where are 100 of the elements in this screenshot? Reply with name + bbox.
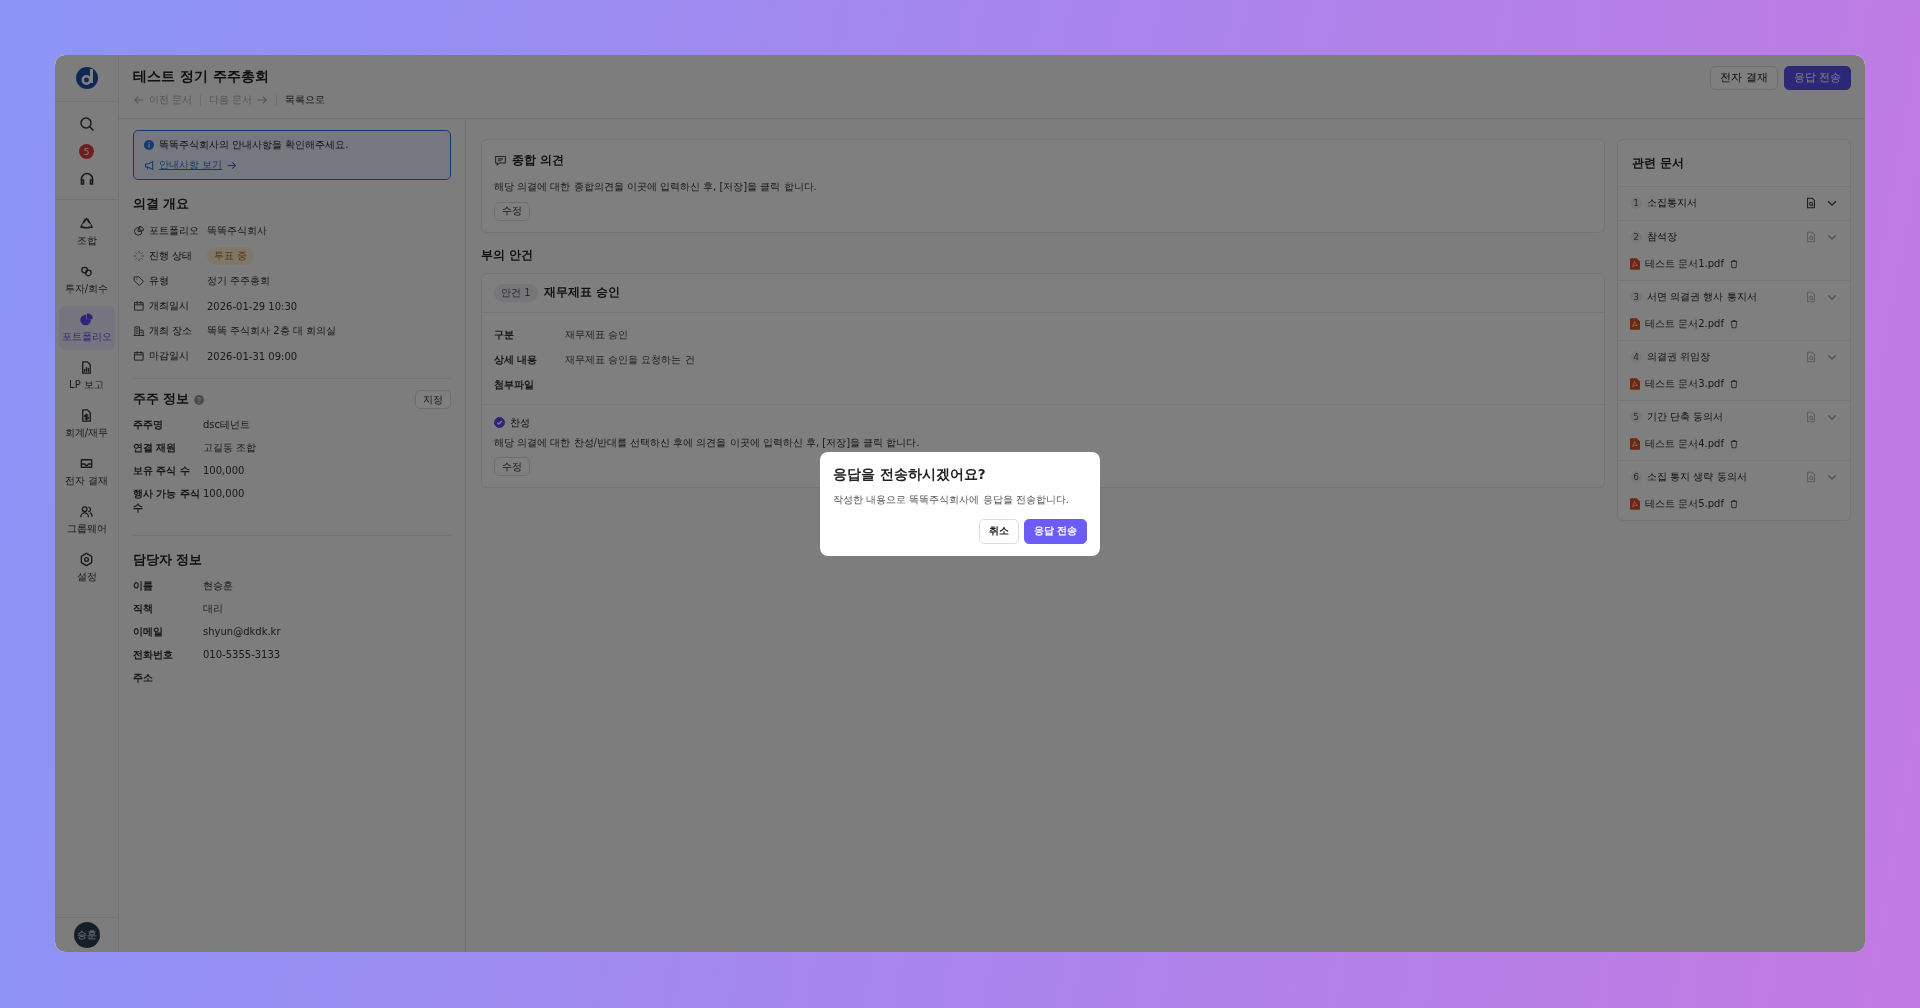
section-title: 담당자 정보 <box>133 552 204 569</box>
field-label: 마감일시 <box>149 349 190 363</box>
field-value: 010-5355-3133 <box>203 648 282 662</box>
field-value: 똑똑주식회사 <box>207 224 267 238</box>
vote-text: 해당 의결에 대한 찬성/반대를 선택하신 후에 의견을 이곳에 입력하신 후, [저장]을 클릭 합니다. <box>494 435 921 450</box>
field-label: 연결 재원 <box>133 441 178 455</box>
pdf-file-icon <box>1630 258 1640 270</box>
avatar[interactable]: 승훈 <box>73 922 100 948</box>
sidebar-item[interactable]: 투자/회수 <box>58 258 115 302</box>
file-link[interactable]: 테스트 문서2.pdf <box>1645 317 1724 331</box>
field-label: 유형 <box>149 274 170 288</box>
section-title: 주주 정보 <box>133 391 190 408</box>
sidebar-item[interactable]: 포트폴리오 <box>58 306 115 350</box>
chart-document-icon <box>79 360 94 375</box>
search-icon[interactable] <box>78 116 95 132</box>
field-label: 직책 <box>133 602 154 616</box>
field-value: 재무제표 승인 <box>565 328 629 342</box>
trash-icon[interactable] <box>1728 319 1739 329</box>
document-name: 의결권 위임장 <box>1647 350 1712 364</box>
document-name: 참석장 <box>1647 230 1678 244</box>
inbox-icon <box>79 456 94 471</box>
agenda-tag: 안건 1 <box>494 283 538 302</box>
arrow-right-icon <box>226 159 238 171</box>
document-nav-link[interactable]: 목록으로 <box>285 93 326 107</box>
field-value: 똑똑 주식회사 2층 대 회의실 <box>207 324 337 338</box>
field-value: shyun@dkdk.kr <box>203 625 282 639</box>
notice-text: 똑똑주식회사의 안내사항을 확인해주세요. <box>159 138 349 152</box>
field-value: 100,000 <box>203 464 246 478</box>
card-title: 종합 의견 <box>512 153 564 168</box>
field-value: 고길동 조합 <box>203 441 258 455</box>
building-icon <box>133 325 145 337</box>
card-title: 재무제표 승인 <box>543 285 620 300</box>
trash-icon[interactable] <box>1728 439 1739 449</box>
field-value: 대리 <box>203 602 224 616</box>
pie-chart-icon <box>133 225 145 237</box>
file-link[interactable]: 테스트 문서5.pdf <box>1645 497 1724 511</box>
field-value: dsc테넌트 <box>203 418 252 432</box>
field-label: 전화번호 <box>133 648 174 662</box>
header-button[interactable]: 응답 전송 <box>1783 66 1851 90</box>
document-number: 4 <box>1630 351 1642 363</box>
trash-icon[interactable] <box>1728 379 1739 389</box>
opinion-text: 해당 의결에 대한 종합의견을 이곳에 입력하신 후, [저장]을 클릭 합니다. <box>494 180 818 194</box>
dialog-button[interactable]: 취소 <box>978 518 1019 544</box>
dialog-button[interactable]: 응답 전송 <box>1023 518 1087 544</box>
help-icon[interactable] <box>194 394 205 405</box>
field-label: 보유 주식 수 <box>133 464 191 478</box>
arrow-right-icon <box>256 94 269 106</box>
field-label: 행사 가능 주식 수 <box>133 487 201 515</box>
pdf-file-icon <box>1630 378 1640 390</box>
section-title: 의결 개요 <box>133 196 191 213</box>
document-number: 5 <box>1630 411 1642 423</box>
sidebar-item[interactable]: 회계/재무 <box>58 402 115 446</box>
field-label: 이메일 <box>133 625 164 639</box>
status-badge: 투표 중 <box>207 247 255 265</box>
field-value: 현승훈 <box>203 579 234 593</box>
sidebar-item[interactable]: 조합 <box>58 210 115 254</box>
logo-icon[interactable] <box>74 66 99 90</box>
sidebar-item[interactable]: 설정 <box>58 546 115 590</box>
document-icon[interactable] <box>1805 197 1817 209</box>
comment-icon <box>494 154 507 167</box>
header-button[interactable]: 전자 결재 <box>1710 66 1778 90</box>
document-name: 기간 단축 동의서 <box>1647 410 1725 424</box>
trash-icon[interactable] <box>1728 259 1739 269</box>
info-icon <box>144 140 154 150</box>
field-value: 재무제표 승인을 요청하는 건 <box>565 353 695 367</box>
edit-button[interactable]: 수정 <box>494 201 530 221</box>
settings-icon <box>79 552 94 567</box>
field-label: 이름 <box>133 579 154 593</box>
panel-title: 관련 문서 <box>1618 140 1850 187</box>
headset-icon[interactable] <box>78 171 95 187</box>
dialog-title: 응답을 전송하시겠어요? <box>833 465 987 484</box>
trash-icon[interactable] <box>1728 499 1739 509</box>
tag-icon <box>133 275 145 287</box>
dialog-message: 작성한 내용으로 똑똑주식회사에 응답을 전송합니다. <box>833 492 1070 507</box>
field-value: 100,000 <box>203 487 246 501</box>
sidebar-item[interactable]: 그룹웨어 <box>58 498 115 542</box>
page-title: 테스트 정기 주주총회 <box>133 68 270 86</box>
coins-icon <box>79 264 94 279</box>
document-number: 3 <box>1630 291 1642 303</box>
field-value: 2026-01-29 10:30 <box>207 300 298 312</box>
notice-link[interactable]: 안내사항 보기 <box>144 158 440 172</box>
file-link[interactable]: 테스트 문서1.pdf <box>1645 257 1724 271</box>
file-link[interactable]: 테스트 문서3.pdf <box>1645 377 1724 391</box>
sidebar-item[interactable]: LP 보고 <box>58 354 115 398</box>
document-name: 서면 의결권 행사 통지서 <box>1647 290 1758 304</box>
spinner-icon <box>133 250 145 262</box>
pdf-file-icon <box>1630 498 1640 510</box>
pie-chart-icon <box>79 312 94 327</box>
assign-button[interactable]: 지정 <box>415 390 451 409</box>
sidebar-item[interactable]: 전자 결재 <box>58 450 115 494</box>
document-name: 소집 통지 생략 동의서 <box>1647 470 1748 484</box>
file-link[interactable]: 테스트 문서4.pdf <box>1645 437 1724 451</box>
field-label: 첨부파일 <box>494 378 535 392</box>
calendar-icon <box>133 350 145 362</box>
section-title: 부의 안건 <box>481 246 535 264</box>
document-name: 소집통지서 <box>1647 196 1698 210</box>
notification-badge[interactable]: 5 <box>79 144 94 159</box>
edit-button[interactable]: 수정 <box>494 457 530 476</box>
field-label: 주주명 <box>133 418 164 432</box>
arrow-left-icon <box>133 94 145 106</box>
